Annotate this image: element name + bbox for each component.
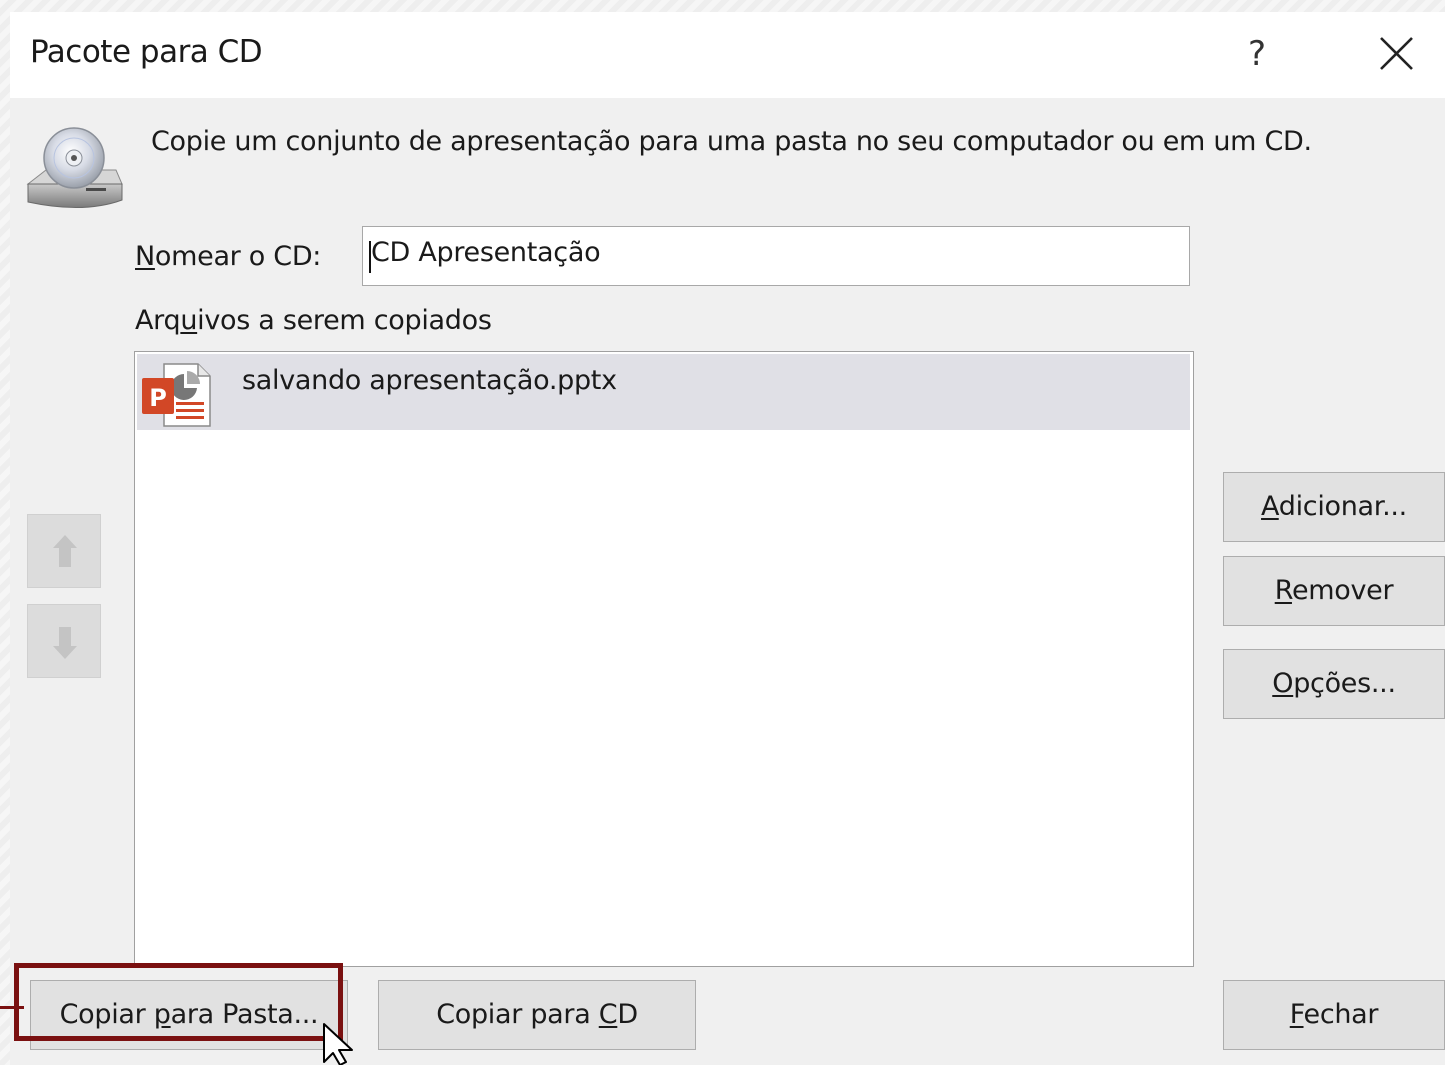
files-to-copy-label: Arquivos a serem copiados (135, 305, 492, 336)
file-name: salvando apresentação.pptx (242, 365, 617, 396)
close-button[interactable] (1372, 32, 1422, 76)
files-list[interactable]: P salvando apresentação.pptx (134, 351, 1194, 967)
add-button[interactable]: Adicionar... (1223, 472, 1445, 542)
options-button[interactable]: Opções... (1223, 649, 1445, 719)
close-dialog-button[interactable]: Fechar (1223, 980, 1445, 1050)
arrow-up-icon (53, 535, 77, 567)
annotation-line (0, 1006, 24, 1009)
help-button[interactable]: ? (1235, 32, 1279, 76)
list-item[interactable]: P salvando apresentação.pptx (137, 354, 1190, 430)
cd-name-input[interactable]: CD Apresentação (362, 226, 1190, 286)
cd-drive-icon (26, 127, 123, 208)
dialog-title: Pacote para CD (30, 34, 263, 70)
cd-name-label: Nomear o CD: (135, 241, 322, 272)
cd-name-value: CD Apresentação (371, 237, 601, 268)
dialog-description: Copie um conjunto de apresentação para u… (151, 126, 1312, 157)
mouse-cursor-icon (323, 1023, 353, 1065)
arrow-down-icon (53, 627, 77, 659)
highlight-annotation (14, 963, 343, 1041)
copy-to-cd-button[interactable]: Copiar para CD (378, 980, 696, 1050)
close-icon (1380, 37, 1413, 70)
move-up-button[interactable] (27, 514, 101, 588)
title-bar: Pacote para CD ? (10, 12, 1445, 98)
svg-text:P: P (149, 384, 167, 412)
remove-button[interactable]: Remover (1223, 556, 1445, 626)
move-down-button[interactable] (27, 604, 101, 678)
package-for-cd-dialog: Pacote para CD ? Copie um conjunto de ap… (10, 12, 1445, 1065)
powerpoint-file-icon: P (142, 363, 211, 427)
